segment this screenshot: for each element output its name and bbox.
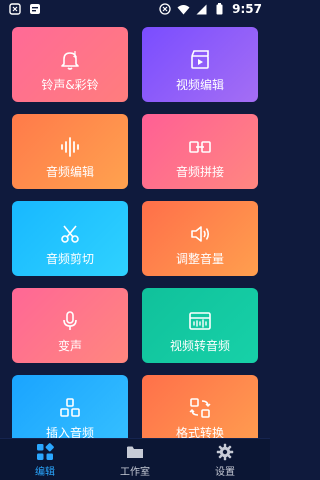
tile-audio-join[interactable]: 音频拼接 bbox=[142, 114, 258, 189]
volume-icon bbox=[191, 226, 210, 242]
battery-icon bbox=[212, 2, 226, 16]
status-time: 9:57 bbox=[232, 2, 262, 16]
audio-join-icon bbox=[189, 141, 211, 153]
tile-video-to-audio[interactable]: 视频转音频 bbox=[142, 288, 258, 363]
tile-label: 视频编辑 bbox=[175, 78, 224, 92]
grid-icon bbox=[37, 443, 54, 460]
wifi-icon bbox=[176, 2, 190, 16]
nav-settings[interactable]: 设置 bbox=[180, 439, 270, 480]
tile-audio-cut[interactable]: 音频剪切 bbox=[12, 201, 128, 276]
gear-icon bbox=[216, 443, 234, 461]
nav-label: 工作室 bbox=[120, 467, 150, 478]
nav-label: 设置 bbox=[215, 467, 235, 478]
tile-label: 视频转音频 bbox=[169, 339, 230, 353]
tile-label: 变声 bbox=[57, 339, 82, 353]
status-bar: 9:57 bbox=[0, 0, 270, 20]
tile-adjust-volume[interactable]: 调整音量 bbox=[142, 201, 258, 276]
folder-icon bbox=[127, 446, 143, 458]
audio-wave-icon bbox=[61, 137, 79, 157]
microphone-icon bbox=[63, 311, 77, 330]
format-convert-icon bbox=[189, 398, 211, 418]
video-edit-icon bbox=[191, 50, 209, 69]
video-to-audio-icon bbox=[189, 312, 211, 330]
notification-icon bbox=[28, 2, 42, 16]
tile-video-edit[interactable]: 视频编辑 bbox=[142, 27, 258, 102]
tile-label: 音频拼接 bbox=[175, 165, 224, 179]
tile-label: 铃声&彩铃 bbox=[41, 78, 99, 92]
scissors-icon bbox=[61, 225, 79, 243]
signal-icon bbox=[194, 2, 208, 16]
insert-audio-icon bbox=[60, 398, 80, 417]
tile-audio-edit[interactable]: 音频编辑 bbox=[12, 114, 128, 189]
tile-label: 调整音量 bbox=[175, 252, 224, 266]
nav-edit[interactable]: 编辑 bbox=[0, 439, 90, 480]
tile-label: 音频编辑 bbox=[45, 165, 94, 179]
ringtone-icon bbox=[61, 51, 79, 70]
nav-studio[interactable]: 工作室 bbox=[90, 439, 180, 480]
bottom-nav: 编辑 工作室 设置 bbox=[0, 438, 270, 480]
tile-label: 音频剪切 bbox=[45, 252, 94, 266]
alarm-icon bbox=[158, 2, 172, 16]
app-icon bbox=[8, 2, 22, 16]
tile-voice-change[interactable]: 变声 bbox=[12, 288, 128, 363]
nav-label: 编辑 bbox=[35, 467, 55, 478]
tile-ringtone[interactable]: 铃声&彩铃 bbox=[12, 27, 128, 102]
